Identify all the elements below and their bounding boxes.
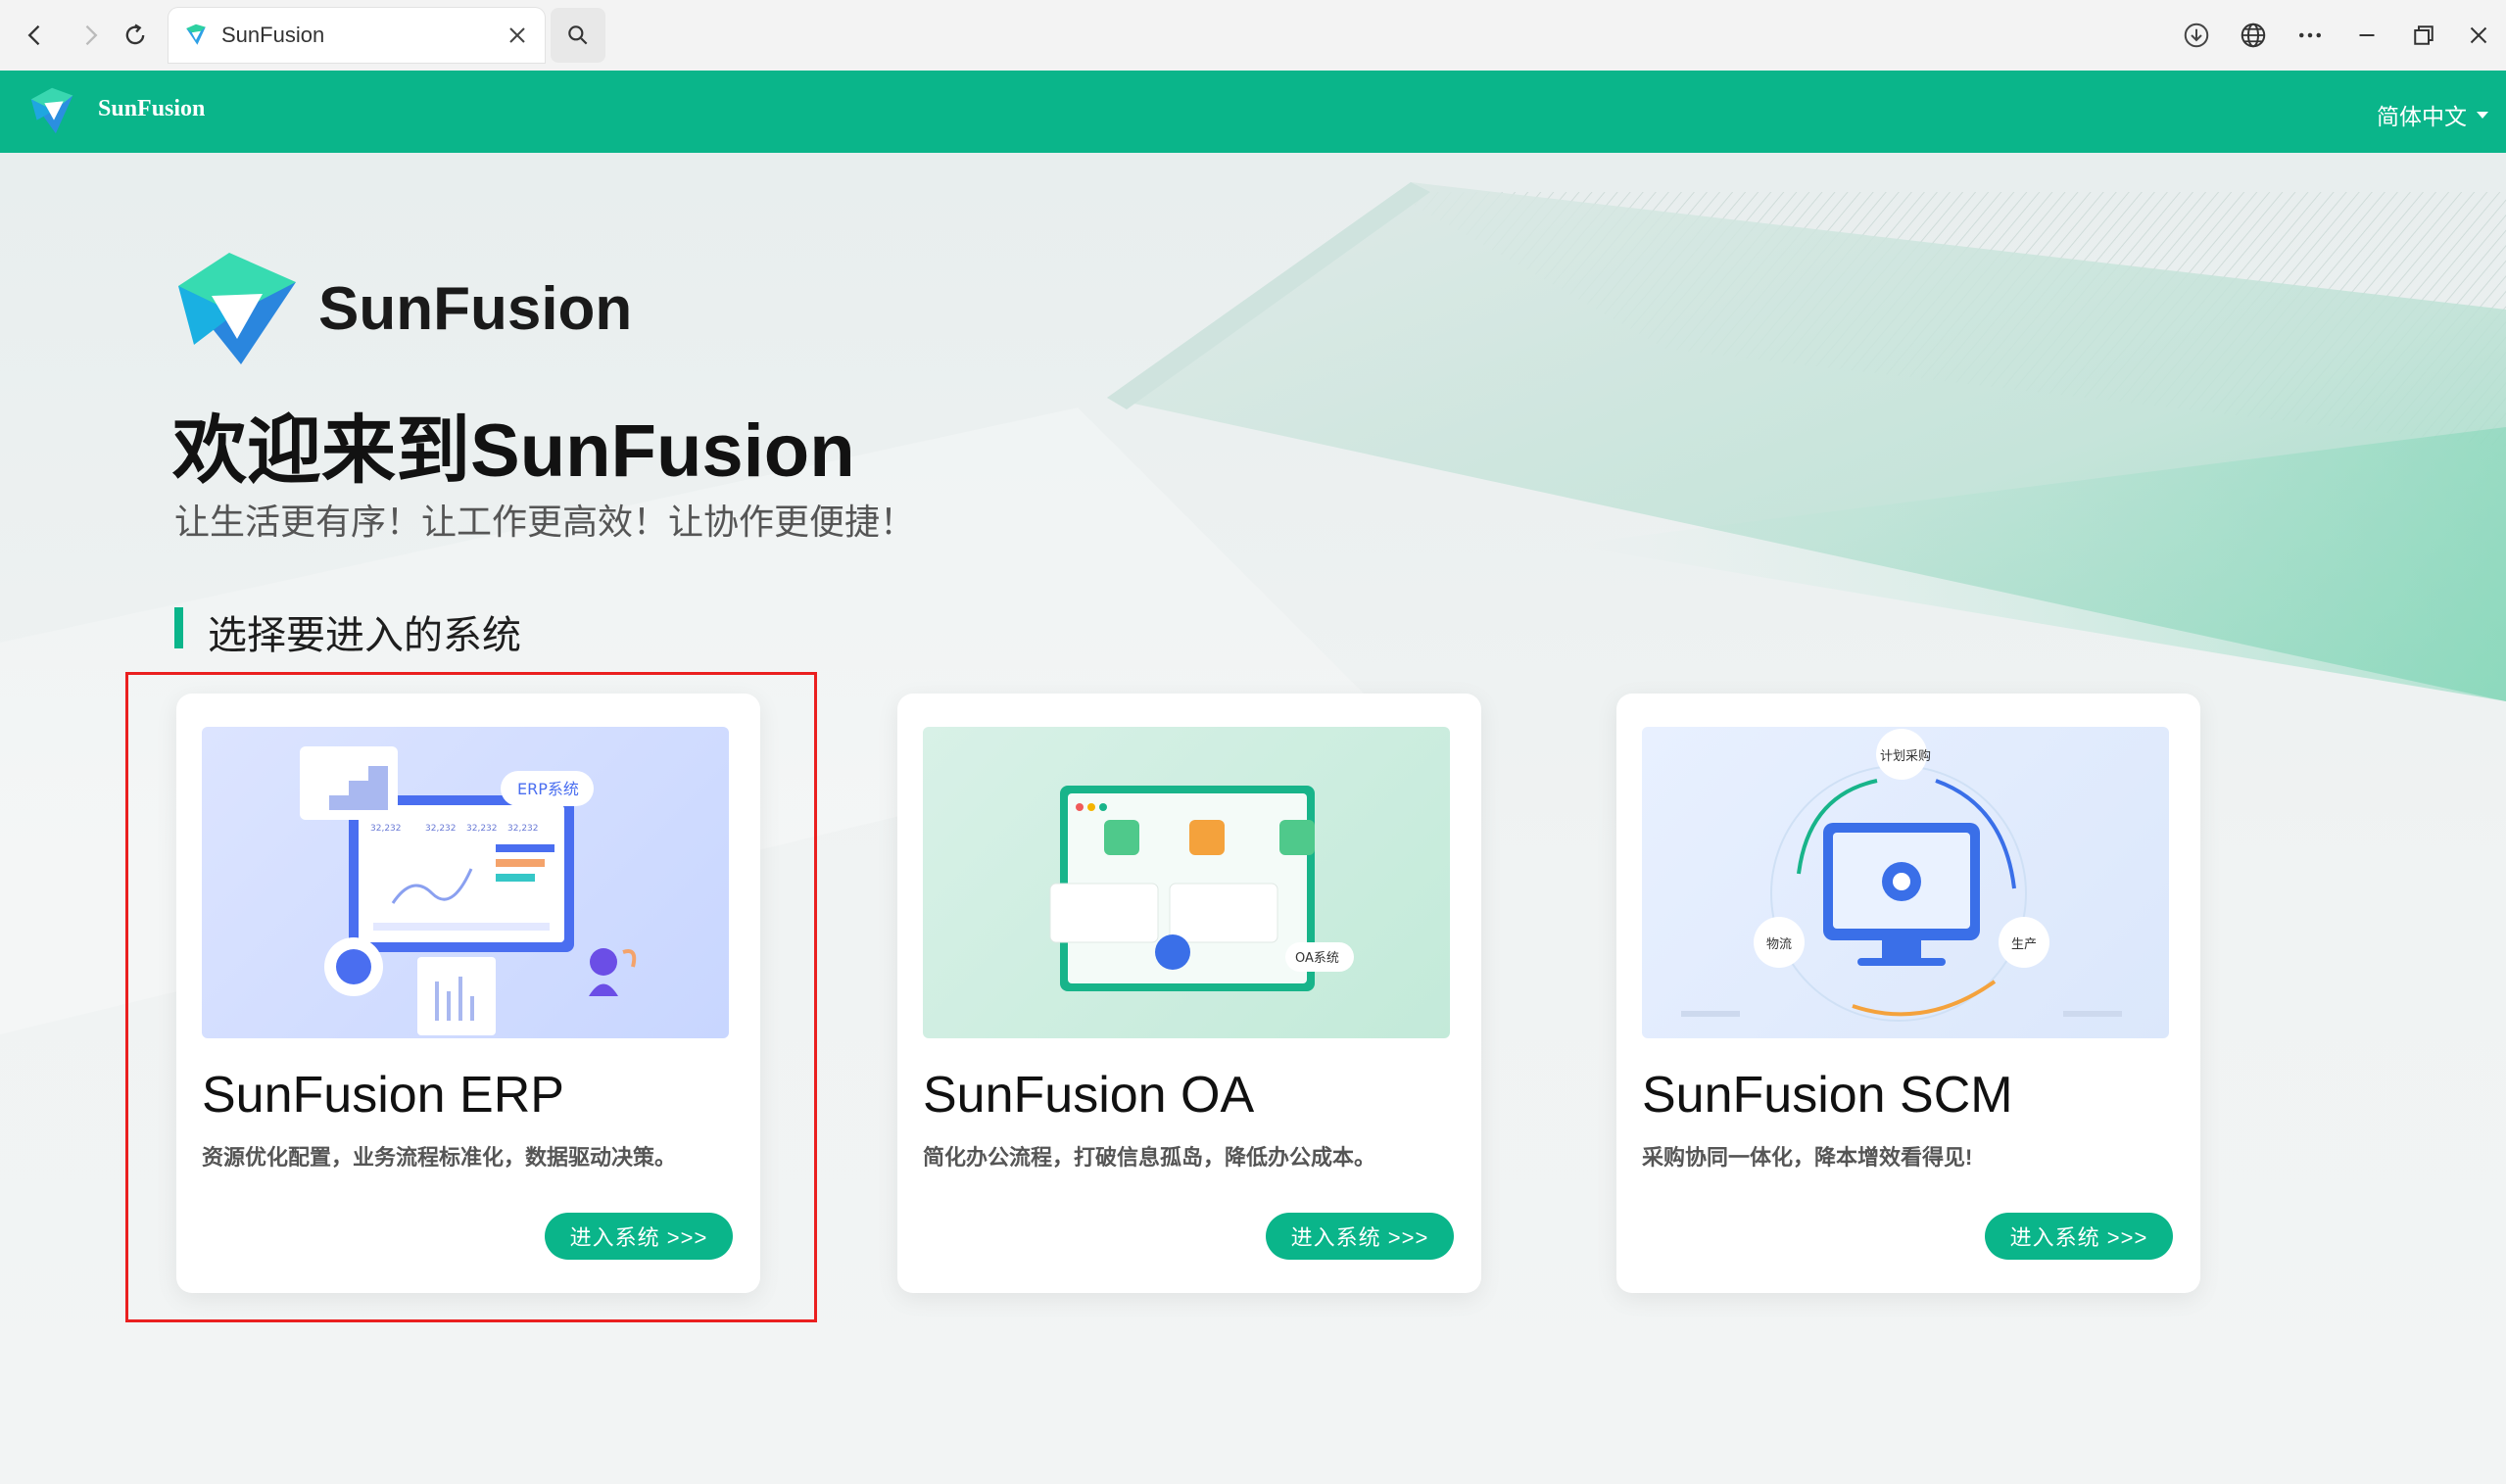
restore-button[interactable] [2402,14,2445,57]
caret-down-icon [2477,111,2488,119]
oa-system-label: OA系统 [1295,951,1339,966]
language-selector[interactable]: 简体中文 [2377,98,2488,131]
card-scm[interactable]: 计划采购 物流 生产 SunFusion SCM 采购协同一体化，降本增效看得见… [1616,694,2200,1293]
globe-icon [2241,23,2266,48]
sunfusion-logo-icon [30,87,73,134]
section-accent-bar [174,607,183,648]
card-oa[interactable]: OA系统 SunFusion OA 简化办公流程，打破信息孤岛，降低办公成本。 … [897,694,1481,1293]
download-icon [2184,23,2209,48]
language-label: 简体中文 [2377,104,2467,129]
reload-button[interactable] [116,16,155,55]
sunfusion-hero-logo-icon [178,253,296,364]
hero-brand: SunFusion [318,275,633,343]
restore-icon [2414,25,2434,45]
scm-illustration: 计划采购 物流 生产 [1642,727,2169,1038]
back-button[interactable] [16,16,55,55]
card-title: SunFusion OA [923,1067,1255,1124]
close-icon [2470,26,2487,44]
scm-label-production: 生产 [2011,937,2037,952]
card-description: 简化办公流程，打破信息孤岛，降低办公成本。 [923,1145,1376,1170]
search-button[interactable] [551,8,605,63]
card-title: SunFusion SCM [1642,1067,2013,1124]
close-tab-icon[interactable] [504,22,531,49]
more-menu-button[interactable] [2289,14,2332,57]
forward-arrow-icon [85,24,98,46]
selection-highlight [125,672,817,1322]
app-header: SunFusion 简体中文 [0,71,2506,153]
browser-toolbar: SunFusion [0,0,2506,72]
scm-label-plan: 计划采购 [1880,748,1931,764]
scm-cycle-graphic: 计划采购 物流 生产 [1681,729,2122,1022]
minimize-icon [2359,34,2375,36]
sunfusion-favicon [186,24,206,45]
welcome-title: 欢迎来到SunFusion [172,409,855,493]
enter-scm-button[interactable]: 进入系统 >>> [1985,1213,2173,1260]
section-title: 选择要进入的系统 [208,614,521,657]
minimize-button[interactable] [2345,14,2388,57]
oa-illustration: OA系统 [923,727,1450,1038]
tab-title: SunFusion [221,23,325,47]
slogan: 让生活更有序！让工作更高效！让协作更便捷！ [174,502,916,542]
scm-label-logistics: 物流 [1766,937,1792,952]
card-description: 采购协同一体化，降本增效看得见! [1642,1145,1973,1170]
oa-workflow-graphic: OA系统 [1049,786,1354,991]
enter-oa-button[interactable]: 进入系统 >>> [1266,1213,1454,1260]
header-brand: SunFusion [98,96,206,121]
back-arrow-icon [27,24,40,46]
more-dots-icon [2299,32,2321,38]
forward-button[interactable] [71,16,110,55]
translate-button[interactable] [2232,14,2275,57]
download-button[interactable] [2175,14,2218,57]
search-icon [568,25,588,45]
reload-icon [125,24,145,45]
close-window-button[interactable] [2457,14,2500,57]
browser-tab[interactable]: SunFusion [169,8,545,63]
